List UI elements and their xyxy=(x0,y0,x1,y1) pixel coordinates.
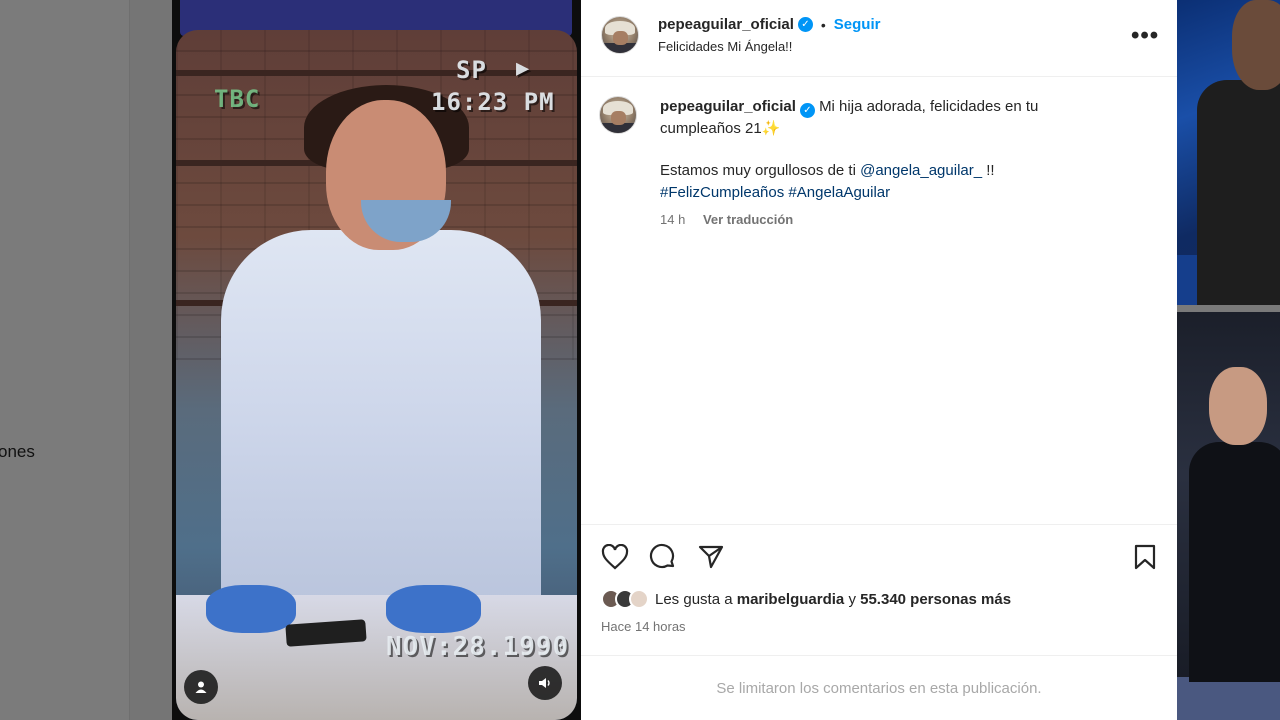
video-frame: SP ▶ TBC 16:23 PM NOV:28.1990 xyxy=(176,30,577,720)
post-details-panel: pepeaguilar_oficial ✓ • Seguir Felicidad… xyxy=(581,0,1177,720)
send-icon[interactable] xyxy=(695,541,727,573)
background-thumbnail-bottom[interactable] xyxy=(1177,312,1280,720)
hashtag-link[interactable]: #AngelaAguilar xyxy=(788,184,890,201)
background-thumbnail-top[interactable] xyxy=(1177,0,1280,305)
vhs-time-label: 16:23 PM xyxy=(431,88,555,116)
heart-icon[interactable] xyxy=(599,541,631,573)
caption-paragraph-2: Estamos muy orgullosos de ti @angela_agu… xyxy=(660,160,1100,204)
likes-summary: Les gusta a maribelguardia y 55.340 pers… xyxy=(601,589,1011,609)
liked-by-user-link[interactable]: maribelguardia xyxy=(737,591,845,608)
caption-username[interactable]: pepeaguilar_oficial xyxy=(660,98,796,115)
mention-link[interactable]: @angela_aguilar_ xyxy=(860,162,982,179)
avatar[interactable] xyxy=(601,16,639,54)
avatar xyxy=(629,589,649,609)
speaker-icon[interactable] xyxy=(528,666,562,700)
post-timestamp[interactable]: Hace 14 horas xyxy=(601,619,686,634)
comments-limited-text: Se limitaron los comentarios en esta pub… xyxy=(716,679,1042,697)
header-username[interactable]: pepeaguilar_oficial xyxy=(658,16,794,33)
verified-badge-icon: ✓ xyxy=(797,17,813,32)
post-caption: pepeaguilar_oficial ✓ Mi hija adorada, fe… xyxy=(660,96,1100,204)
post-header: pepeaguilar_oficial ✓ • Seguir Felicidad… xyxy=(581,0,1177,77)
caption-line2-text: Estamos muy orgullosos de ti xyxy=(660,162,856,179)
follow-button[interactable]: Seguir xyxy=(834,16,881,33)
background-menu-text: ones xyxy=(0,442,35,461)
lab-coat xyxy=(221,230,541,610)
verified-badge-icon: ✓ xyxy=(799,103,815,118)
caption-time[interactable]: 14 h xyxy=(660,212,685,227)
user-icon[interactable] xyxy=(184,670,218,704)
hashtag-link[interactable]: #FelizCumpleaños xyxy=(660,184,784,201)
bookmark-icon[interactable] xyxy=(1129,541,1161,573)
translate-link[interactable]: Ver traducción xyxy=(703,212,793,227)
vhs-tbc-label: TBC xyxy=(214,85,261,113)
post-video[interactable]: SP ▶ TBC 16:23 PM NOV:28.1990 xyxy=(172,0,581,720)
vhs-sp-label: SP xyxy=(456,56,487,84)
post-actions: Les gusta a maribelguardia y 55.340 pers… xyxy=(581,524,1177,654)
caption-paragraph-1: pepeaguilar_oficial ✓ Mi hija adorada, fe… xyxy=(660,96,1100,140)
comments-limited-notice: Se limitaron los comentarios en esta pub… xyxy=(581,655,1177,720)
caption-line2-suffix: !! xyxy=(986,162,995,179)
likes-text: Les gusta a maribelguardia y 55.340 pers… xyxy=(655,590,1012,608)
more-options-icon[interactable]: ••• xyxy=(1131,22,1159,50)
background-page: ones xyxy=(0,0,130,720)
caption-avatar[interactable] xyxy=(599,96,637,134)
audio-label[interactable]: Felicidades Mi Ángela!! xyxy=(658,39,792,54)
header-separator: • xyxy=(820,16,826,33)
header-line: pepeaguilar_oficial ✓ • Seguir xyxy=(658,16,880,33)
background-gutter xyxy=(130,0,172,720)
sparkles-emoji: ✨ xyxy=(761,120,781,137)
comment-icon[interactable] xyxy=(647,541,679,573)
likes-count-link[interactable]: 55.340 personas más xyxy=(860,591,1011,608)
caption-meta: 14 h Ver traducción xyxy=(660,212,793,227)
vhs-play-icon: ▶ xyxy=(516,56,531,81)
vhs-date-label: NOV:28.1990 xyxy=(386,632,570,662)
instagram-post-viewer: ones SP ▶ TBC 16:23 PM NOV:28.1990 pepea… xyxy=(0,0,1280,720)
